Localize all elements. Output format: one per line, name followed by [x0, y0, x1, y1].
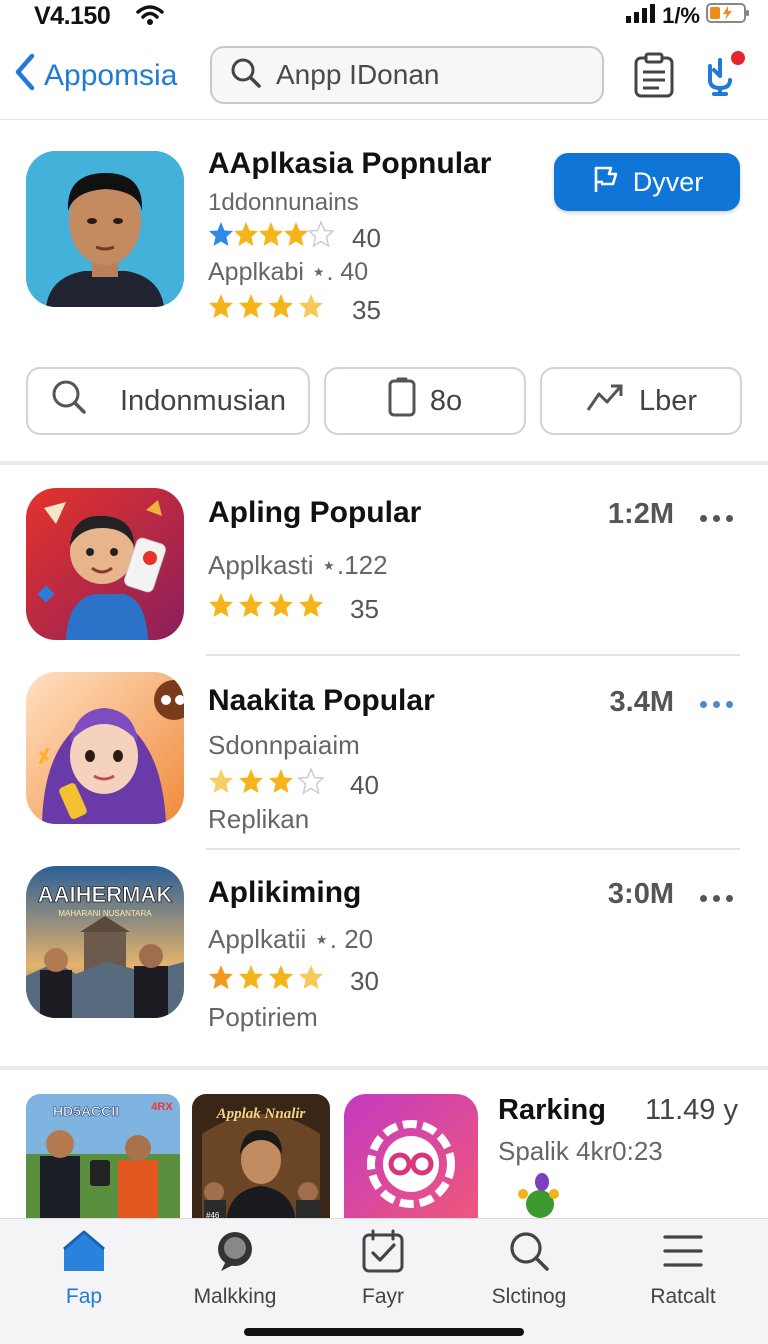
- tab-menu[interactable]: Ratcalt: [608, 1229, 758, 1309]
- more-options-button[interactable]: [700, 508, 740, 528]
- featured-rating-1: 40: [208, 220, 381, 256]
- trend-icon: [585, 380, 625, 422]
- app-rating: 40: [208, 767, 379, 803]
- tab-label: Ratcalt: [650, 1285, 716, 1308]
- app-title: Naakita Popular: [208, 684, 435, 717]
- phone-icon: [388, 377, 416, 425]
- tab-calendar[interactable]: Fayr: [308, 1229, 458, 1309]
- tab-messages[interactable]: Malkking: [160, 1229, 310, 1309]
- app-size: 3.4M: [609, 686, 674, 718]
- more-options-button[interactable]: [700, 694, 740, 714]
- ranking-thumbnail-2[interactable]: Applak Nnalir #46: [192, 1094, 330, 1224]
- thumb-title: Applak Nnalir: [216, 1106, 306, 1122]
- app-icon-hijab-character: [26, 672, 184, 824]
- app-meta: Applkatii ⋆. 20: [208, 924, 374, 954]
- rating-value: 35: [352, 295, 381, 325]
- nav-bar: Appomsia: [0, 34, 768, 120]
- notification-icon[interactable]: [700, 46, 750, 103]
- list-item[interactable]: AAIHERMAK MAHARANI NUSANTARA Aplikiming …: [0, 866, 768, 1046]
- featured-rating-2: 35: [208, 293, 381, 328]
- back-label: Appomsia: [44, 59, 178, 92]
- featured-subtitle: 1ddonnunains: [208, 189, 359, 216]
- tab-label: Malkking: [193, 1285, 277, 1308]
- home-icon: [61, 1229, 107, 1279]
- star-rating-icon: [208, 767, 332, 803]
- poster-title: AAIHERMAK: [38, 882, 173, 907]
- app-meta: Applkasti ⋆.122: [208, 550, 388, 580]
- search-icon: [230, 57, 262, 94]
- app-tagline: Poptiriem: [208, 1002, 318, 1032]
- home-indicator[interactable]: [244, 1328, 524, 1336]
- rating-value: 40: [352, 223, 381, 253]
- search-input[interactable]: [276, 59, 596, 91]
- list-item[interactable]: Apling Popular Applkasti ⋆.122 35 1:2M: [0, 488, 768, 658]
- chevron-left-icon: [12, 52, 38, 100]
- battery-icon: [706, 2, 750, 29]
- tab-search[interactable]: Slctinog: [454, 1229, 604, 1309]
- ranking-title: Rarking: [498, 1094, 606, 1126]
- chat-icon: [213, 1229, 257, 1279]
- app-rating: 30: [208, 964, 379, 999]
- clipboard-icon[interactable]: [634, 52, 674, 103]
- chip-label: 8o: [429, 384, 463, 417]
- app-size: 1:2M: [607, 498, 674, 530]
- divider: [206, 654, 740, 656]
- primary-action-button[interactable]: Dyver: [554, 153, 740, 211]
- signal-icon: [626, 3, 656, 28]
- chip-trend[interactable]: Lber: [540, 367, 742, 435]
- chip-label: Indonmusian: [119, 384, 287, 417]
- search-icon: [507, 1229, 551, 1279]
- app-title: Aplikiming: [208, 876, 362, 909]
- app-title: Apling Popular: [208, 496, 422, 529]
- ranking-subtitle: Spalik 4kr0:23: [498, 1136, 663, 1166]
- featured-section: AAplkasia Popnular 1ddonnunains 40 Applk…: [0, 121, 768, 465]
- ranking-thumbnail-3[interactable]: [344, 1094, 478, 1224]
- menu-icon: [661, 1229, 705, 1279]
- app-rating: 35: [208, 592, 379, 627]
- section-divider: [0, 1066, 768, 1070]
- check-calendar-icon: [361, 1229, 405, 1279]
- divider: [206, 848, 740, 850]
- app-icon-character: [26, 488, 184, 640]
- rating-value: 35: [350, 594, 379, 624]
- chip-language[interactable]: Indonmusian: [26, 367, 310, 435]
- tab-label: Fap: [65, 1285, 103, 1308]
- app-size: 3:0M: [607, 878, 674, 910]
- featured-title: AAplkasia Popnular: [208, 147, 492, 180]
- flag-icon: [591, 164, 621, 201]
- chip-label: Lber: [638, 384, 698, 417]
- star-rating-icon: [208, 592, 332, 627]
- primary-button-label: Dyver: [632, 166, 704, 197]
- fruit-logo-icon: [514, 1172, 562, 1223]
- battery-text: 1/%: [662, 2, 700, 28]
- tab-home[interactable]: Fap: [9, 1229, 159, 1309]
- chip-device[interactable]: 8o: [324, 367, 526, 435]
- ranking-time: 11.49 y: [645, 1094, 738, 1126]
- wifi-icon: [136, 4, 164, 31]
- app-icon-poster: AAIHERMAK MAHARANI NUSANTARA: [26, 866, 184, 1018]
- thumb-badge: 4RX: [151, 1101, 173, 1113]
- featured-meta: Applkabi ⋆. 40: [208, 258, 369, 286]
- search-box[interactable]: [210, 46, 604, 104]
- back-button[interactable]: Appomsia: [12, 52, 177, 100]
- more-options-button[interactable]: [700, 888, 740, 908]
- status-bar: V4.150 1/%: [0, 0, 768, 34]
- star-rating-icon: [208, 964, 332, 999]
- ranking-thumbnail-1[interactable]: HD5ACCII 4RX: [26, 1094, 180, 1224]
- rating-value: 40: [350, 770, 379, 800]
- status-time: V4.150: [34, 2, 111, 30]
- tab-bar: Fap Malkking Fayr Slctinog Ratcalt: [0, 1218, 768, 1344]
- featured-app-icon[interactable]: [26, 151, 184, 307]
- status-right: 1/%: [626, 2, 750, 29]
- star-rating-icon: [208, 220, 335, 256]
- app-meta: Sdonnpaiaim: [208, 730, 360, 760]
- app-tagline: Replikan: [208, 804, 310, 834]
- search-icon: [50, 378, 88, 424]
- list-item[interactable]: Naakita Popular Sdonnpaiaim 40 Replikan …: [0, 672, 768, 850]
- tab-label: Fayr: [362, 1285, 404, 1308]
- rating-value: 30: [350, 966, 379, 996]
- tab-label: Slctinog: [491, 1285, 567, 1308]
- star-rating-icon: [208, 293, 334, 328]
- thumb-title: HD5ACCII: [53, 1103, 119, 1119]
